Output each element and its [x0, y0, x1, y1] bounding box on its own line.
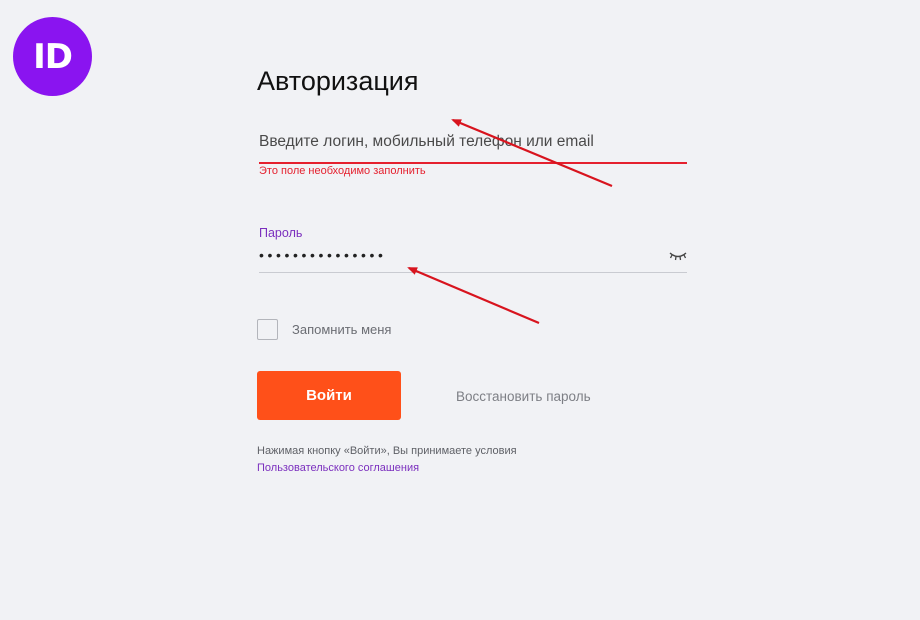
remember-me[interactable]: Запомнить меня: [257, 319, 391, 340]
remember-me-label[interactable]: Запомнить меня: [292, 322, 391, 337]
logo-text: ID: [33, 36, 73, 77]
annotation-arrows: [407, 118, 613, 325]
page-title: Авторизация: [257, 66, 419, 96]
login-field[interactable]: [259, 128, 687, 164]
password-label: Пароль: [259, 226, 303, 240]
remember-me-checkbox[interactable]: [257, 319, 278, 340]
annotation-arrow-password: [407, 266, 540, 325]
login-input[interactable]: [259, 128, 687, 156]
terms-text: Нажимая кнопку «Войти», Вы принимаете ус…: [257, 445, 517, 457]
eye-closed-icon[interactable]: [669, 250, 687, 262]
password-field[interactable]: •••••••••••••••: [259, 244, 687, 273]
restore-password-link[interactable]: Восстановить пароль: [456, 389, 591, 404]
terms-link[interactable]: Пользовательского соглашения: [257, 462, 419, 474]
password-masked-value[interactable]: •••••••••••••••: [259, 244, 387, 266]
login-button[interactable]: Войти: [257, 371, 401, 420]
id-logo: ID: [13, 17, 92, 96]
login-error-text: Это поле необходимо заполнить: [259, 165, 426, 177]
